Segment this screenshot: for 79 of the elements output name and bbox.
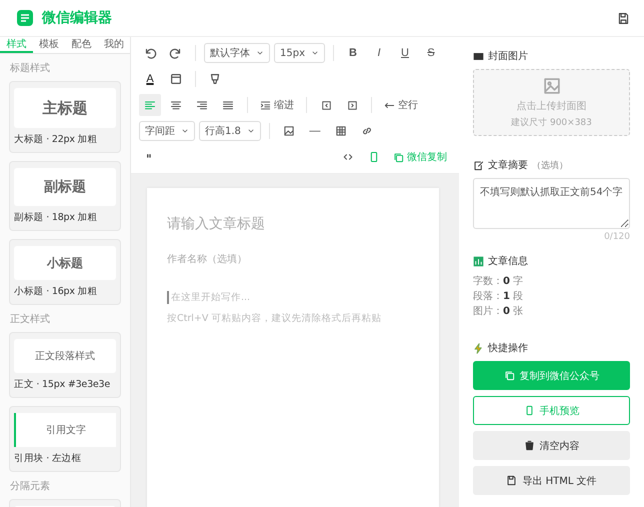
align-right-icon — [196, 99, 208, 111]
optional-note: （选填） — [532, 160, 568, 172]
section-heading: 标题样式 — [9, 62, 51, 76]
style-card[interactable]: 主标题 大标题 · 22px 加粗 — [9, 81, 121, 153]
box-icon — [346, 100, 358, 110]
style-preview: 副标题 — [14, 168, 116, 206]
line-height-select[interactable]: 行高1.8 — [199, 121, 261, 141]
link-icon — [360, 125, 373, 137]
note-icon — [473, 160, 484, 171]
indent-icon — [260, 100, 271, 110]
italic-button[interactable]: I — [368, 42, 390, 64]
app-title: 微信编辑器 — [42, 9, 113, 27]
size-hint: 建议尺寸 900×383 — [511, 116, 592, 130]
style-caption: 副标题 · 18px 加粗 — [14, 211, 98, 224]
style-caption: 小标题 · 16px 加粗 — [14, 285, 98, 298]
blank-line-button[interactable]: 空行 — [380, 94, 422, 116]
text-color-button[interactable]: A — [139, 68, 161, 90]
redo-icon — [169, 46, 183, 60]
save-icon — [617, 12, 630, 24]
caret-icon — [246, 127, 255, 135]
section-label: 文章摘要 — [488, 158, 528, 172]
letter-spacing-select[interactable]: 字间距 — [139, 121, 195, 141]
style-preview: 正文段落样式 — [14, 339, 116, 373]
style-caption: 正文 · 15px #3e3e3e — [14, 378, 112, 391]
trash-icon — [524, 440, 534, 451]
style-preview: 小标题 — [14, 246, 116, 280]
section-label: 文章信息 — [488, 254, 528, 268]
style-preview: 主标题 — [14, 88, 116, 128]
section-label: 封面图片 — [488, 50, 528, 63]
caret-icon — [181, 127, 189, 135]
stat-text: 字数：0 字 — [473, 274, 524, 289]
lightning-icon — [473, 342, 484, 354]
summary-field[interactable]: 不填写则默认抓取正文前54个字 — [473, 178, 630, 229]
action-button[interactable]: 清空内容 — [473, 431, 630, 460]
stat-text: 段落：1 段 — [473, 290, 524, 304]
character-counter: 0/120 — [604, 232, 630, 242]
divider-button[interactable]: — — [304, 120, 326, 142]
caret-icon — [311, 49, 319, 57]
style-caption: 大标题 · 22px 加粗 — [14, 133, 98, 146]
author-input[interactable]: 作者名称（选填） — [167, 254, 419, 265]
copy-icon — [393, 152, 404, 162]
align-center-icon — [170, 99, 182, 111]
style-card[interactable]: 正文段落样式 正文 · 15px #3e3e3e — [9, 332, 121, 398]
style-card[interactable]: 引用文字 引用块 · 左边框 — [9, 406, 121, 472]
stat-text: 图片：0 张 — [473, 304, 524, 319]
phone-icon — [368, 151, 380, 163]
style-caption: 引用块 · 左边框 — [14, 452, 82, 465]
align-left-icon — [144, 99, 156, 111]
box-icon — [320, 100, 332, 110]
section-label: 快捷操作 — [488, 342, 528, 355]
sidebar-tab[interactable]: 模板 — [32, 37, 65, 53]
style-preview: 引用文字 — [14, 413, 116, 447]
indent-button[interactable]: 缩进 — [256, 94, 298, 116]
table-icon — [334, 125, 347, 137]
caret-icon — [256, 49, 264, 57]
strikethrough-button[interactable]: S — [420, 42, 442, 64]
section-heading: 正文样式 — [9, 312, 51, 327]
undo-icon — [143, 46, 157, 60]
style-card[interactable]: 小标题 小标题 · 16px 加粗 — [9, 239, 121, 305]
sidebar-tab[interactable]: 我的 — [98, 37, 130, 53]
eraser-icon — [208, 72, 222, 86]
floppy-icon — [506, 475, 518, 486]
logo-icon — [16, 9, 34, 27]
paste-hint: 按Ctrl+V 可粘贴内容，建议先清除格式后再粘贴 — [167, 312, 382, 325]
sidebar-tab[interactable]: 配色 — [65, 37, 98, 53]
phone-icon — [524, 405, 534, 416]
square-icon — [169, 72, 183, 86]
bold-button[interactable]: B — [342, 42, 364, 64]
chart-icon — [473, 256, 484, 266]
underline-button[interactable]: U — [394, 42, 416, 64]
style-card[interactable]: 副标题 副标题 · 18px 加粗 — [9, 161, 121, 231]
title-input[interactable]: 请输入文章标题 — [167, 216, 419, 232]
action-button[interactable]: 导出 HTML 文件 — [473, 466, 630, 495]
upload-text: 点击上传封面图 — [516, 100, 586, 114]
copy-icon — [504, 370, 514, 381]
font-select[interactable]: 默认字体 — [204, 43, 270, 63]
font-size-select[interactable]: 15px — [274, 43, 325, 63]
section-heading: 分隔元素 — [9, 480, 51, 494]
justify-icon — [222, 99, 234, 111]
